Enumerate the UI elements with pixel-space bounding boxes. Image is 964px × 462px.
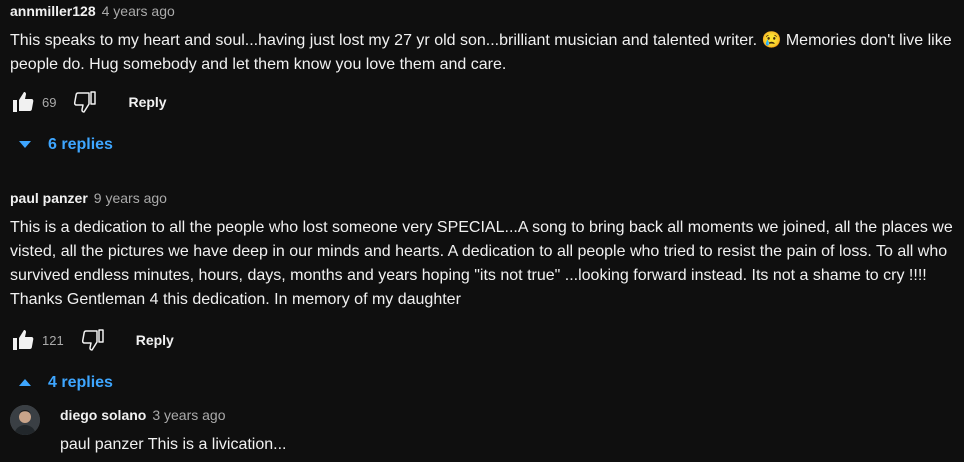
reply-button[interactable]: Reply <box>136 332 174 348</box>
like-count: 121 <box>42 332 64 348</box>
thumbs-up-icon[interactable] <box>10 89 36 115</box>
comment-actions: 121 Reply <box>10 326 174 354</box>
comment-timestamp[interactable]: 4 years ago <box>102 3 175 19</box>
comment-author[interactable]: paul panzer <box>10 190 88 206</box>
replies-count-label: 4 replies <box>48 374 113 391</box>
replies-toggle[interactable]: 4 replies <box>18 371 113 395</box>
comment-text: This speaks to my heart and soul...havin… <box>10 32 952 73</box>
comment-text: This is a dedication to all the people w… <box>10 219 953 308</box>
thumbs-up-icon[interactable] <box>10 327 36 353</box>
reply-button[interactable]: Reply <box>128 94 166 110</box>
thumbs-down-icon[interactable] <box>80 327 106 353</box>
comment-header: paul panzer 9 years ago <box>10 188 167 208</box>
comment-author[interactable]: annmiller128 <box>10 3 96 19</box>
thumbs-down-icon[interactable] <box>72 89 98 115</box>
reply-timestamp[interactable]: 3 years ago <box>152 407 225 423</box>
comment-header: annmiller128 4 years ago <box>10 1 175 21</box>
like-count: 69 <box>42 94 57 110</box>
reply-text: paul panzer This is a livication... <box>60 436 287 453</box>
caret-down-icon <box>18 138 32 152</box>
replies-count-label: 6 replies <box>48 136 113 153</box>
caret-up-icon <box>18 376 32 390</box>
comment-actions: 69 Reply <box>10 88 167 116</box>
reply-header: diego solano 3 years ago <box>60 405 226 425</box>
comment-timestamp[interactable]: 9 years ago <box>94 190 167 206</box>
avatar[interactable] <box>10 405 40 435</box>
replies-toggle[interactable]: 6 replies <box>18 133 113 157</box>
reply-author[interactable]: diego solano <box>60 407 146 423</box>
